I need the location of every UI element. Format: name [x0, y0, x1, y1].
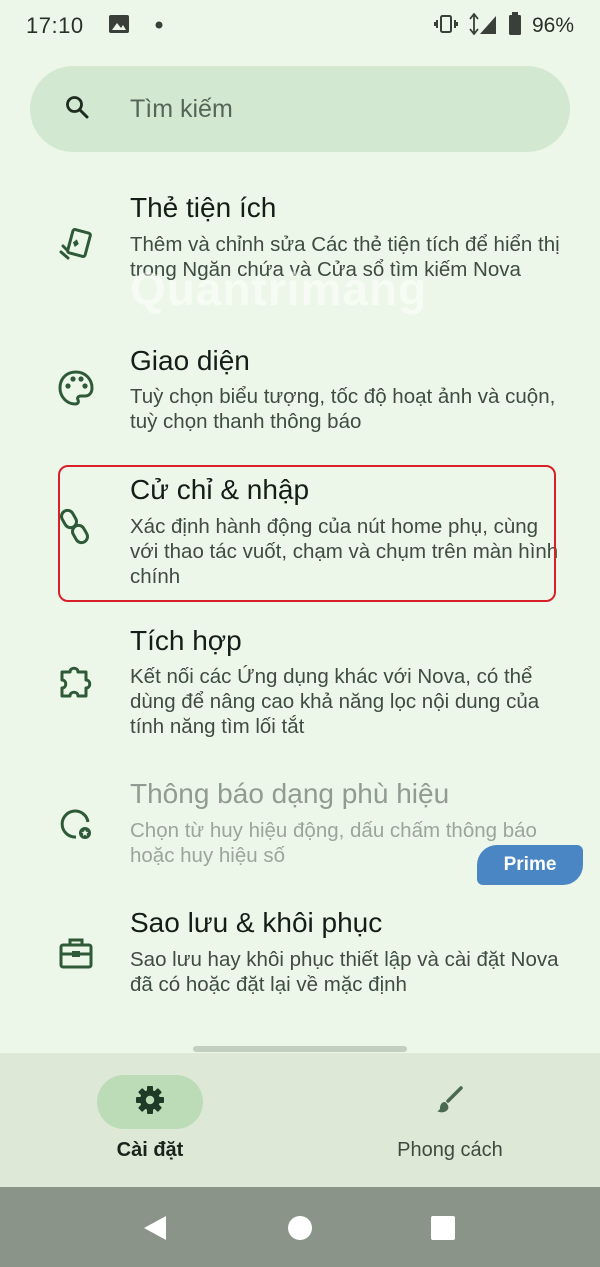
nav-pill — [97, 1075, 203, 1129]
setting-title: Sao lưu & khôi phục — [130, 907, 383, 938]
nav-item-settings[interactable]: Cài đặt — [0, 1053, 300, 1187]
puzzle-icon — [54, 660, 98, 704]
search-input[interactable]: Tìm kiếm — [130, 95, 233, 124]
nav-label: Phong cách — [397, 1139, 503, 1161]
highlight-box — [58, 465, 556, 602]
image-notification-icon — [108, 14, 130, 39]
setting-description: Kết nối các Ứng dụng khác với Nova, có t… — [130, 665, 540, 738]
watermark: Quantrimang — [130, 263, 428, 315]
status-bar: 17:10 96% — [0, 0, 600, 52]
back-button[interactable] — [140, 1213, 170, 1243]
setting-title: Thẻ tiện ích — [130, 192, 277, 223]
battery-icon — [508, 11, 522, 41]
briefcase-icon — [54, 932, 98, 976]
vibrate-icon — [433, 14, 458, 39]
setting-title: Thông báo dạng phù hiệu — [130, 778, 450, 809]
badge-icon — [54, 802, 98, 846]
prime-badge[interactable]: Prime — [477, 845, 583, 885]
widget-cards-icon — [54, 222, 98, 266]
system-nav-bar — [0, 1187, 600, 1267]
bottom-nav: Cài đặt Phong cách — [0, 1053, 600, 1187]
nav-label: Cài đặt — [116, 1139, 184, 1161]
scroll-indicator[interactable] — [193, 1046, 407, 1052]
nav-item-style[interactable]: Phong cách — [300, 1053, 600, 1187]
nav-pill — [397, 1075, 503, 1129]
setting-title: Giao diện — [130, 345, 250, 376]
setting-title: Tích hợp — [130, 625, 242, 656]
search-icon — [64, 94, 90, 125]
palette-icon — [54, 366, 98, 410]
dot-notification-icon — [154, 17, 164, 35]
battery-percent: 96% — [531, 14, 574, 37]
brush-icon — [434, 1084, 466, 1121]
signal-icon — [468, 12, 498, 40]
recents-button[interactable] — [428, 1213, 458, 1243]
home-button[interactable] — [285, 1213, 315, 1243]
setting-description: Sao lưu hay khôi phục thiết lập và cài đ… — [130, 948, 559, 996]
setting-description: Tuỳ chọn biểu tượng, tốc độ hoạt ảnh và … — [130, 385, 556, 433]
gear-icon — [134, 1084, 166, 1121]
search-bar[interactable]: Tìm kiếm — [30, 66, 570, 152]
status-time: 17:10 — [26, 13, 84, 38]
